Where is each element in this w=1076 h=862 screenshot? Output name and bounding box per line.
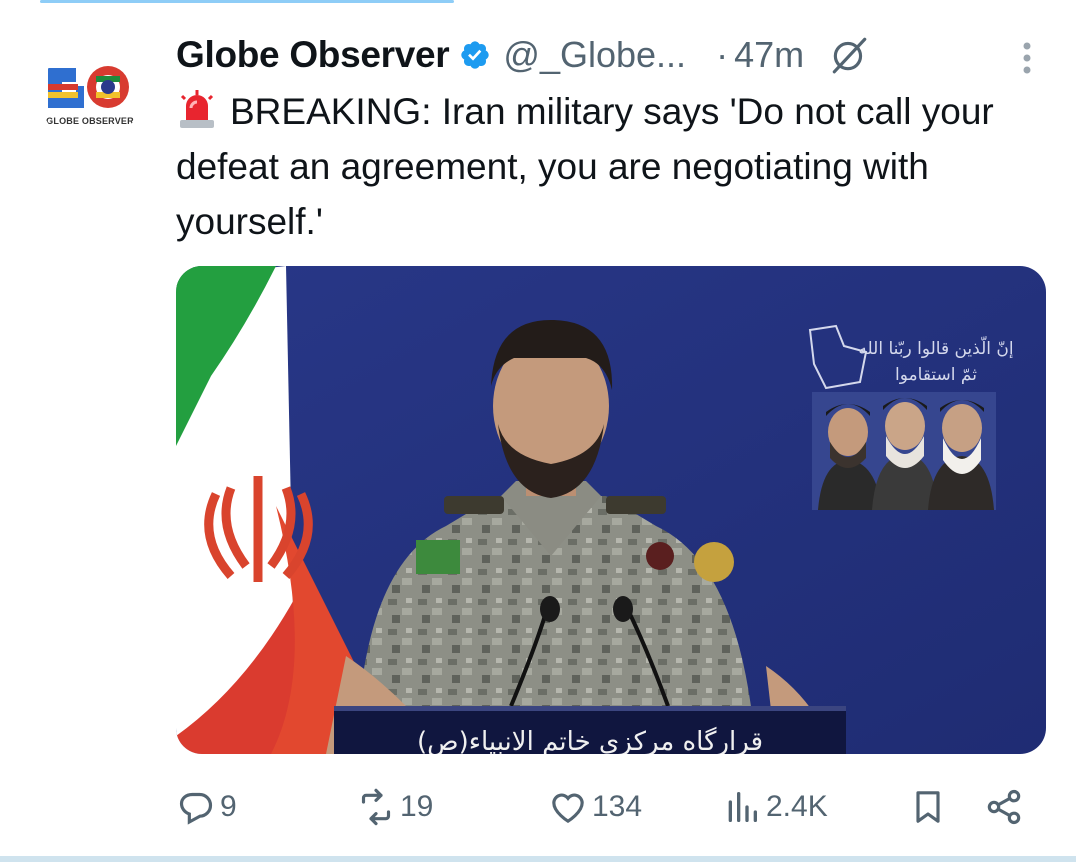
- reply-button[interactable]: 9: [176, 780, 237, 834]
- top-scroll-indicator: [40, 0, 454, 3]
- tweet-text-container: BREAKING: Iran military says 'Do not cal…: [176, 84, 1036, 249]
- avatar[interactable]: GLOBE OBSERVER: [40, 46, 140, 146]
- video-frame: إنّ الّذين قالوا ربّنا الله ثمّ استقاموا: [176, 266, 1046, 754]
- views-count: 2.4K: [766, 790, 828, 823]
- views-button[interactable]: 2.4K: [722, 780, 828, 834]
- podium: قرارگاه مرکزی خاتم الانبیاء(ص): [334, 706, 846, 754]
- like-count: 134: [592, 790, 643, 823]
- podium-text: قرارگاه مرکزی خاتم الانبیاء(ص): [417, 726, 763, 754]
- tweet-header: Globe Observer @_Globe... · 47m: [176, 30, 1036, 80]
- tweet-media-image[interactable]: إنّ الّذين قالوا ربّنا الله ثمّ استقاموا: [176, 266, 1046, 754]
- author-name[interactable]: Globe Observer: [176, 34, 450, 76]
- share-icon: [987, 789, 1021, 825]
- heart-icon: [552, 793, 584, 824]
- author-handle[interactable]: @_Globe...: [503, 34, 686, 76]
- repost-count: 19: [400, 790, 434, 823]
- police-light-icon: [180, 90, 214, 128]
- avatar-caption: GLOBE OBSERVER: [46, 116, 134, 126]
- timestamp[interactable]: 47m: [734, 34, 804, 76]
- tweet-text: BREAKING: Iran military says 'Do not cal…: [176, 91, 994, 242]
- action-bar: 9 19 134 2.4K: [176, 780, 1036, 834]
- grok-icon[interactable]: [828, 34, 870, 76]
- verified-badge-icon[interactable]: [459, 39, 491, 71]
- globe-observer-logo: [48, 64, 132, 110]
- bookmark-icon: [916, 791, 940, 823]
- repost-button[interactable]: 19: [356, 780, 433, 834]
- like-button[interactable]: 134: [548, 780, 642, 834]
- separator-dot: ·: [716, 34, 729, 75]
- views-chart-icon: [728, 792, 757, 822]
- reply-count: 9: [220, 790, 237, 823]
- reply-icon: [179, 792, 213, 825]
- portraits-panel: [812, 392, 996, 510]
- bottom-divider: [0, 856, 1076, 862]
- repost-icon: [361, 788, 391, 826]
- bookmark-button[interactable]: [908, 780, 948, 834]
- banner-text-2: ثمّ استقاموا: [895, 365, 977, 385]
- banner-text-1: إنّ الّذين قالوا ربّنا الله: [858, 335, 1013, 359]
- more-options-icon[interactable]: [1020, 40, 1034, 76]
- share-button[interactable]: [984, 780, 1024, 834]
